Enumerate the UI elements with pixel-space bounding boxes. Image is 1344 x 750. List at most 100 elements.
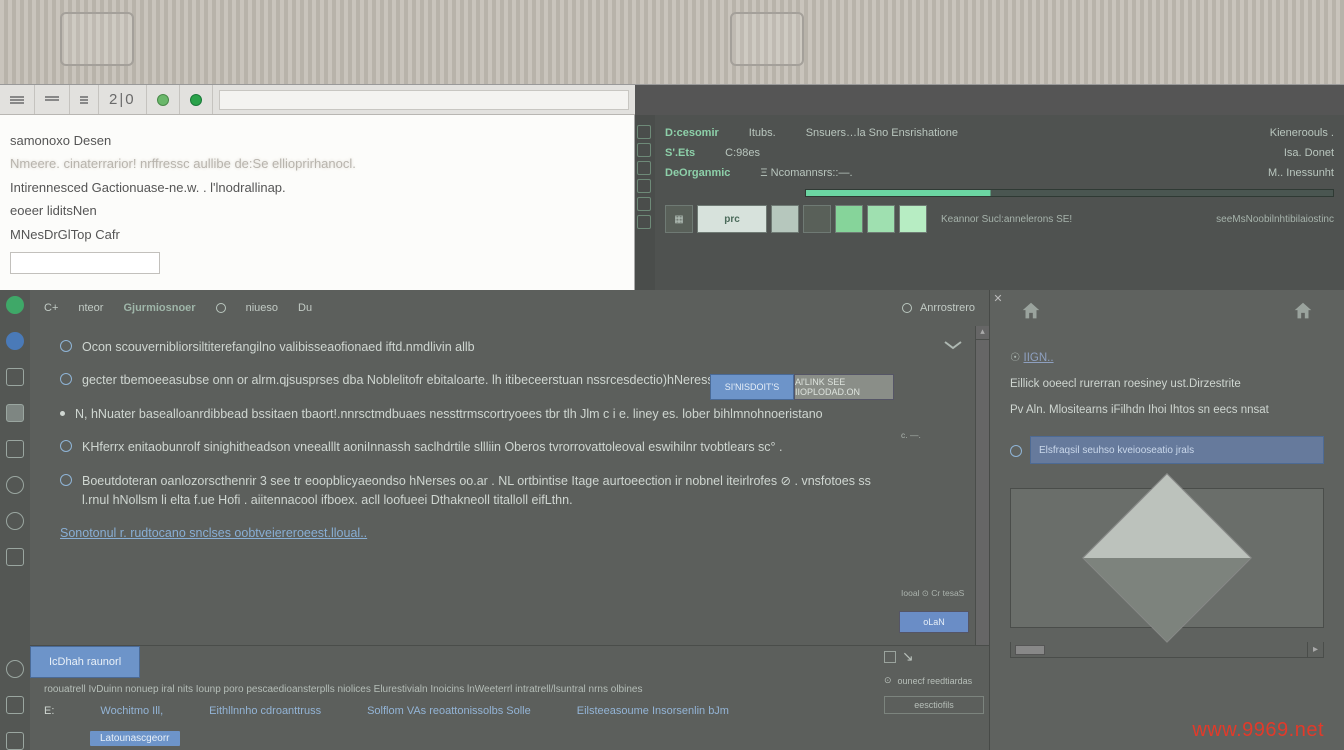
right-panel-text: Pv Aln. Mlositearns iFilhdn Ihoi Ihtos s…: [1010, 404, 1324, 416]
ide-cell[interactable]: [867, 205, 895, 233]
watermark: www.9969.net: [1192, 719, 1324, 742]
toolbar-number-display: 2|0: [99, 85, 147, 114]
notepad-line: Nmeere. cinaterrarior! nrffressc aullibe…: [10, 152, 624, 175]
vertical-scrollbar[interactable]: ▴: [975, 326, 989, 645]
footer-col[interactable]: Solflom VAs reoattonissolbs Solle: [367, 705, 531, 717]
ide-cell-label[interactable]: prc: [697, 205, 767, 233]
status-dot-2: [180, 85, 213, 114]
gutter-marker[interactable]: [637, 143, 651, 157]
horizontal-scrollbar[interactable]: ▸: [1010, 642, 1324, 658]
rail-tool-icon[interactable]: [6, 660, 24, 678]
icon-rail: [0, 290, 30, 750]
notepad-pane: samonoxo Desen Nmeere. cinaterrarior! nr…: [0, 115, 635, 290]
ide-row-value: Kieneroouls .: [1270, 127, 1334, 139]
side-mini-label: c. —.: [899, 428, 969, 442]
notepad-input[interactable]: [10, 252, 160, 274]
ide-tail-text: Keannor Sucl:annelerons SE!: [941, 214, 1072, 225]
ide-cell[interactable]: [835, 205, 863, 233]
notepad-line: MNesDrGlTop Cafr: [10, 223, 624, 246]
ide-row-value: Ξ Ncomannsrs::—.: [760, 167, 852, 179]
paragraph-link[interactable]: Sonotonul r. rudtocano snclses oobtveier…: [60, 524, 367, 543]
crumb-item[interactable]: nteor: [78, 302, 103, 314]
main-dark-area: C+ nteor Gjurmiosnoer niueso Du Anrrostr…: [0, 290, 1344, 750]
rail-status-icon[interactable]: [6, 296, 24, 314]
maximize-icon[interactable]: [884, 651, 896, 663]
address-input[interactable]: [219, 90, 629, 110]
bullet-icon: [60, 340, 72, 352]
crumb-dot-icon: [902, 303, 912, 313]
crumb-item[interactable]: niueso: [246, 302, 278, 314]
crumb-status: Anrrostrero: [920, 302, 975, 314]
right-panel-title[interactable]: IIGN..: [1024, 352, 1054, 364]
side-mini-label: Iooal ⊙ Cr tesaS: [899, 586, 969, 601]
bullet-icon: [60, 411, 65, 416]
breadcrumb-bar: C+ nteor Gjurmiosnoer niueso Du Anrrostr…: [30, 290, 989, 326]
ide-cell[interactable]: [771, 205, 799, 233]
chevron-down-icon[interactable]: [943, 338, 963, 352]
rail-tool-icon[interactable]: [6, 696, 24, 714]
footer-section: IcDhah raunorl roouatrell IvDuinn nonuep…: [30, 645, 989, 750]
paragraph: Boeutdoteran oanlozorscthenrir 3 see tr …: [82, 472, 875, 511]
gutter-marker[interactable]: [637, 215, 651, 229]
toolbar-list-icon[interactable]: [35, 85, 70, 114]
footer-tab-active[interactable]: IcDhah raunorl: [30, 646, 140, 678]
paragraph: KHferrx enitaobunrolf sinighitheadson vn…: [82, 438, 782, 457]
ide-row-value: Isa. Donet: [1284, 147, 1334, 159]
rail-tool-icon[interactable]: [6, 548, 24, 566]
bullet-icon: [60, 440, 72, 452]
rail-tool-icon[interactable]: [6, 512, 24, 530]
gutter-marker[interactable]: [637, 161, 651, 175]
home-icon[interactable]: [1020, 300, 1042, 327]
content-side-tools: c. —. Iooal ⊙ Cr tesaS oLaN: [893, 326, 975, 645]
tool-strip: ↘ ⊙ounecf reedtiardas eesctiofils: [884, 648, 984, 714]
close-icon[interactable]: ✕: [990, 290, 1006, 306]
footer-col[interactable]: Eithllnnho cdroanttruss: [209, 705, 321, 717]
right-panel: ✕ ☉ IIGN.. Eillick ooeecl rurerran roesi…: [989, 290, 1344, 750]
ide-panel: D:cesomir Itubs. Snsuers…la Sno Ensrisha…: [635, 115, 1344, 290]
footer-col[interactable]: Wochitmo Ill,: [100, 705, 163, 717]
ide-cell[interactable]: [899, 205, 927, 233]
right-panel-text: Eillick ooeecl rurerran roesiney ust.Dir…: [1010, 378, 1324, 390]
toolstrip-label: ounecf reedtiardas: [898, 676, 973, 686]
gutter-marker[interactable]: [637, 197, 651, 211]
toolbar-grip-icon[interactable]: [70, 85, 99, 114]
crumb-item[interactable]: C+: [44, 302, 58, 314]
toolbar-menu-icon[interactable]: [0, 85, 35, 114]
toolstrip-button[interactable]: eesctiofils: [884, 696, 984, 714]
ide-row-value: C:98es: [725, 147, 760, 159]
bullet-icon: [60, 474, 72, 486]
gutter-marker[interactable]: [637, 179, 651, 193]
crumb-dot-icon: [216, 303, 226, 313]
bullet-icon: [1010, 445, 1022, 457]
crumb-item[interactable]: Gjurmiosnoer: [123, 302, 195, 314]
paragraph: N, hNuater basealloanrdibbead bssitaen t…: [75, 405, 823, 424]
top-banner: [0, 0, 1344, 85]
ide-cell[interactable]: ▦: [665, 205, 693, 233]
gutter-marker[interactable]: [637, 125, 651, 139]
paragraph: Ocon scouvernibliorsiltiterefangilno val…: [82, 338, 475, 357]
home-icon[interactable]: [1292, 300, 1314, 327]
rail-tool-icon[interactable]: [6, 404, 24, 422]
rail-tool-icon[interactable]: [6, 368, 24, 386]
footer-action-button[interactable]: Latounascgeorr: [90, 731, 180, 746]
primary-action-button[interactable]: SI'NISDOIT'S: [710, 374, 794, 400]
rail-globe-icon[interactable]: [6, 332, 24, 350]
side-action-button[interactable]: oLaN: [899, 611, 969, 633]
secondary-action-button[interactable]: Al'LINK SEE IIOPLODAD.ON: [794, 374, 894, 400]
footer-col[interactable]: Eilsteeasoume Insorsenlin bJm: [577, 705, 729, 717]
ide-gutter: [635, 115, 655, 290]
preview-box: [1010, 488, 1324, 628]
preview-shape: [1082, 473, 1252, 643]
answer-input[interactable]: Elsfraqsil seuhso kveiooseatio jrals: [1030, 436, 1324, 464]
notepad-line: eoeer liditsNen: [10, 199, 624, 222]
rail-tool-icon[interactable]: [6, 440, 24, 458]
rail-tool-icon[interactable]: [6, 476, 24, 494]
ide-row-value: M.. Inessunht: [1268, 167, 1334, 179]
footer-description: roouatrell IvDuinn nonuep iral nits Ioun…: [30, 678, 989, 701]
ide-timeline[interactable]: [805, 189, 1334, 197]
rail-tool-icon[interactable]: [6, 732, 24, 750]
ide-tail-text: seeMsNoobilnhtibilaiostinc: [1216, 214, 1334, 225]
light-toolbar: 2|0: [0, 85, 635, 115]
crumb-item[interactable]: Du: [298, 302, 312, 314]
ide-cell[interactable]: [803, 205, 831, 233]
